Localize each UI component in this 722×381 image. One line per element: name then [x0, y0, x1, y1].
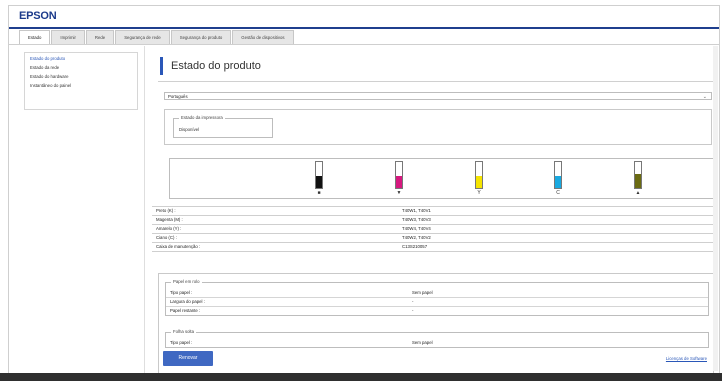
ink-level-magenta	[396, 176, 402, 188]
sidebar-item-instantaneo-painel[interactable]: Instantâneo do painel	[30, 83, 137, 89]
scrollbar[interactable]	[713, 46, 718, 371]
software-license-link[interactable]: Licenças de Software	[666, 356, 707, 361]
ink-tank-black-outline	[315, 161, 323, 189]
ink-tank-yellow-outline	[475, 161, 483, 189]
tab-seguranca-produto[interactable]: Segurança do produto	[170, 30, 232, 44]
ink-tank-black: ■	[313, 161, 325, 197]
paper-value: Sem papel	[412, 340, 433, 345]
tab-divider	[9, 44, 719, 45]
printer-status-box: Estado da impressora Disponível	[164, 109, 712, 145]
table-row: Magenta (M) : T40W3, T40V3	[152, 216, 714, 225]
epson-logo: EPSON	[19, 10, 57, 22]
ink-code: T40W2, T40V2	[402, 235, 431, 240]
main-tabs: Estado Imprimir Rede Segurança de rede S…	[19, 30, 295, 44]
paper-value: -	[412, 308, 414, 313]
ink-name: Ciano (C) :	[156, 235, 177, 240]
title-accent	[160, 57, 163, 75]
ink-tank-cyan: C	[552, 161, 564, 197]
table-row: Preto (K) : T40W1, T40V1	[152, 207, 714, 216]
paper-label: Tipo papel :	[170, 340, 193, 345]
table-row: Largura do papel : -	[166, 298, 708, 307]
table-row: Ciano (C) : T40W2, T40V2	[152, 234, 714, 243]
ink-name: Preto (K) :	[156, 208, 176, 213]
sidebar-item-estado-hardware[interactable]: Estado do hardware	[30, 74, 137, 80]
page-title-wrap: Estado do produto	[160, 56, 261, 76]
ink-code: T40W3, T40V3	[402, 217, 431, 222]
paper-value: -	[412, 299, 414, 304]
table-row: Tipo papel : Sem papel	[166, 339, 708, 347]
ink-name: Amarelo (Y) :	[156, 226, 182, 231]
ink-code: T40W1, T40V1	[402, 208, 431, 213]
ink-tank-yellow: Y	[473, 161, 485, 197]
ink-mark-yellow: Y	[477, 190, 481, 196]
ink-code: T40W4, T40V4	[402, 226, 431, 231]
sidebar-divider	[144, 46, 145, 374]
chevron-down-icon: ⌄	[702, 94, 707, 100]
ink-level-yellow	[476, 176, 482, 188]
ink-code: C13S210057	[402, 244, 428, 249]
ink-name: Caixa de manutenção :	[156, 244, 201, 249]
ink-mark-magenta: ▼	[396, 190, 402, 196]
printer-status-fieldset: Estado da impressora Disponível	[173, 115, 273, 138]
refresh-button[interactable]: Renovar	[163, 351, 213, 366]
paper-label: Tipo papel :	[170, 290, 193, 295]
ink-tank-maintenance: ▲	[632, 161, 644, 197]
ink-mark-cyan: C	[556, 190, 560, 196]
ink-level-black	[316, 176, 322, 188]
cut-sheet-legend: Folha solta	[171, 329, 197, 334]
ink-level-cyan	[555, 176, 561, 188]
ink-tank-magenta: ▼	[393, 161, 405, 197]
tab-seguranca-rede[interactable]: Segurança de rede	[115, 30, 170, 44]
table-row: Amarelo (Y) : T40W4, T40V4	[152, 225, 714, 234]
paper-label: Largura do papel :	[170, 299, 205, 304]
sidebar-item-estado-produto[interactable]: Estado do produto	[30, 56, 137, 62]
tab-estado[interactable]: Estado	[19, 30, 51, 44]
tab-rede[interactable]: Rede	[85, 30, 115, 44]
ink-name: Magenta (M) :	[156, 217, 183, 222]
browser-window: EPSON Estado Imprimir Rede Segurança de …	[8, 5, 720, 375]
sidebar-item-estado-rede[interactable]: Estado da rede	[30, 65, 137, 71]
ink-tank-maintenance-outline	[634, 161, 642, 189]
page-title: Estado do produto	[171, 60, 261, 72]
title-divider	[158, 81, 713, 82]
table-row: Papel restante : -	[166, 307, 708, 315]
ink-mark-black: ■	[317, 190, 321, 196]
table-row: Tipo papel : Sem papel	[166, 289, 708, 298]
sidebar: Estado do produto Estado da rede Estado …	[24, 52, 138, 110]
paper-roll-legend: Papel em rolo	[171, 279, 202, 284]
language-select[interactable]: Português ⌄	[164, 92, 712, 100]
language-select-value: Português	[168, 94, 188, 99]
header: EPSON	[9, 6, 719, 26]
tab-gestao-dispositivos[interactable]: Gestão de dispositivos	[232, 30, 294, 44]
ink-tank-magenta-outline	[395, 161, 403, 189]
ink-levels-box: ■ ▼ Y C ▲	[169, 158, 717, 199]
cut-sheet-fieldset: Folha solta Tipo papel : Sem papel	[165, 329, 709, 348]
ink-level-maintenance	[635, 173, 641, 188]
ink-tank-cyan-outline	[554, 161, 562, 189]
paper-label: Papel restante :	[170, 308, 201, 313]
taskbar	[0, 373, 722, 381]
printer-status-value: Disponível	[179, 127, 200, 132]
header-divider	[9, 27, 719, 29]
ink-codes-table: Preto (K) : T40W1, T40V1 Magenta (M) : T40…	[152, 206, 714, 252]
tab-imprimir[interactable]: Imprimir	[51, 30, 85, 44]
paper-status-box: Papel em rolo Tipo papel : Sem papel Larg…	[158, 273, 714, 374]
paper-roll-fieldset: Papel em rolo Tipo papel : Sem papel Larg…	[165, 279, 709, 316]
paper-value: Sem papel	[412, 290, 433, 295]
table-row: Caixa de manutenção : C13S210057	[152, 243, 714, 252]
printer-status-legend: Estado da impressora	[179, 115, 225, 120]
ink-mark-maintenance: ▲	[635, 190, 641, 196]
